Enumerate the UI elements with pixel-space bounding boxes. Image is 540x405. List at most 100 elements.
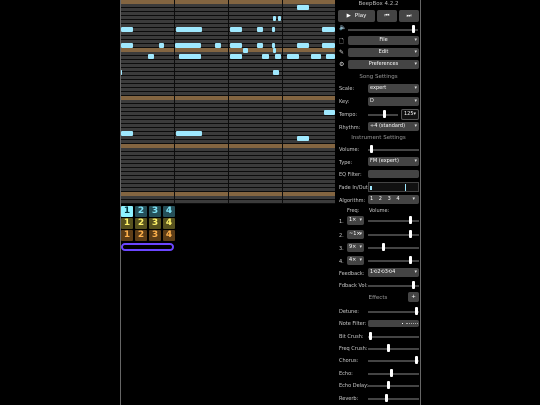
track-cell[interactable]: 4 [163, 218, 175, 229]
key-label: Key: [339, 99, 350, 105]
detune-slider[interactable] [368, 311, 419, 313]
track-cell[interactable]: 3 [149, 230, 161, 241]
tempo-input[interactable]: 125 [401, 109, 419, 120]
note[interactable] [230, 43, 242, 48]
echo-slider[interactable] [368, 373, 419, 375]
note[interactable] [262, 54, 269, 59]
freq-crush-slider[interactable] [368, 348, 419, 350]
note[interactable] [297, 136, 309, 141]
note[interactable] [297, 43, 309, 48]
track-cell[interactable]: 1 [121, 218, 133, 229]
feedback-label: Feedback: [339, 271, 365, 277]
note[interactable] [176, 131, 202, 136]
track-cell[interactable]: 1 [121, 206, 133, 217]
note-filter-editor[interactable] [368, 320, 419, 327]
note[interactable] [215, 43, 221, 48]
note[interactable] [278, 16, 281, 21]
track-cell[interactable]: 3 [149, 206, 161, 217]
note[interactable] [230, 27, 242, 32]
operator-volume-thumb[interactable] [382, 243, 386, 251]
pattern-editor[interactable] [121, 0, 335, 204]
bit-crush-thumb[interactable] [368, 332, 372, 340]
note[interactable] [324, 110, 335, 115]
master-volume-thumb[interactable] [411, 25, 415, 33]
operator-volume-thumb[interactable] [408, 256, 412, 264]
freq-crush-thumb[interactable] [387, 344, 391, 352]
operator-volume-slider[interactable] [368, 247, 419, 249]
note[interactable] [257, 43, 263, 48]
bit-crush-slider[interactable] [368, 336, 419, 338]
echo-delay-slider[interactable] [368, 385, 419, 387]
rhythm-select[interactable]: ÷4 (standard) [368, 122, 419, 131]
operator-number: 1. [339, 219, 344, 225]
echo-delay-thumb[interactable] [387, 381, 391, 389]
tempo-thumb[interactable] [382, 110, 386, 118]
operator-volume-thumb[interactable] [408, 216, 412, 224]
track-cell[interactable]: 3 [149, 218, 161, 229]
note[interactable] [272, 27, 275, 32]
note[interactable] [230, 54, 242, 59]
play-button[interactable]: ▶ Play [338, 10, 375, 22]
fdback-vol-thumb[interactable] [412, 281, 416, 289]
operator-freq-select[interactable]: 9× [347, 243, 364, 252]
previous-bar-button[interactable]: ⏮ [377, 10, 397, 22]
note[interactable] [175, 43, 201, 48]
settings-panel: BeepBox 4.2.2 ▶ Play ⏮ ⏭ 🔈 🗋 File ✎ Edit… [336, 0, 421, 405]
note[interactable] [275, 54, 281, 59]
note[interactable] [179, 54, 201, 59]
note[interactable] [326, 54, 335, 59]
scale-label: Scale: [339, 86, 355, 92]
master-volume-slider[interactable] [348, 29, 418, 31]
type-select[interactable]: FM (expert) [368, 157, 419, 166]
note[interactable] [322, 43, 335, 48]
note[interactable] [322, 27, 335, 32]
note[interactable] [159, 43, 164, 48]
loop-selector[interactable] [121, 243, 174, 251]
track-cell[interactable]: 1 [121, 230, 133, 241]
note[interactable] [273, 16, 276, 21]
feedback-select[interactable]: 1⟲2⟲3⟲4 [368, 268, 419, 277]
edit-menu[interactable]: Edit [348, 48, 419, 57]
note[interactable] [121, 131, 133, 136]
note[interactable] [148, 54, 154, 59]
note[interactable] [121, 70, 122, 75]
track-cell[interactable]: 2 [135, 206, 147, 217]
operator-number: 2. [339, 233, 344, 239]
eq-filter-editor[interactable] [368, 170, 419, 178]
add-effect-button[interactable]: + [408, 292, 419, 302]
reverb-slider[interactable] [368, 398, 419, 400]
note[interactable] [243, 48, 248, 53]
note[interactable] [176, 27, 202, 32]
gear-icon: ⚙ [339, 61, 345, 68]
next-bar-button[interactable]: ⏭ [399, 10, 419, 22]
operator-freq-select[interactable]: 1× [347, 216, 364, 225]
chorus-thumb[interactable] [415, 356, 419, 364]
note[interactable] [121, 27, 133, 32]
preferences-menu[interactable]: Preferences [348, 60, 419, 69]
track-cell[interactable]: 2 [135, 230, 147, 241]
operator-freq-select[interactable]: ~1× [347, 230, 364, 239]
file-menu[interactable]: File [348, 36, 419, 45]
chorus-slider[interactable] [368, 360, 419, 362]
operator-volume-thumb[interactable] [408, 230, 412, 238]
detune-thumb[interactable] [415, 307, 419, 315]
algorithm-select[interactable]: 1 2 3 4 [368, 195, 419, 204]
track-cell[interactable]: 2 [135, 218, 147, 229]
operator-freq-select[interactable]: 4× [347, 256, 364, 265]
note[interactable] [273, 48, 276, 53]
instrument-volume-slider[interactable] [368, 149, 419, 151]
note[interactable] [311, 54, 321, 59]
track-cell[interactable]: 4 [163, 230, 175, 241]
fade-envelope[interactable] [368, 182, 419, 192]
instrument-volume-thumb[interactable] [370, 145, 374, 153]
note[interactable] [287, 54, 299, 59]
track-cell[interactable]: 4 [163, 206, 175, 217]
scale-select[interactable]: expert [368, 84, 419, 93]
key-select[interactable]: D [368, 97, 419, 106]
note[interactable] [273, 70, 279, 75]
note[interactable] [121, 43, 133, 48]
echo-thumb[interactable] [389, 369, 393, 377]
note[interactable] [297, 5, 309, 10]
note[interactable] [257, 27, 263, 32]
reverb-thumb[interactable] [384, 394, 388, 402]
